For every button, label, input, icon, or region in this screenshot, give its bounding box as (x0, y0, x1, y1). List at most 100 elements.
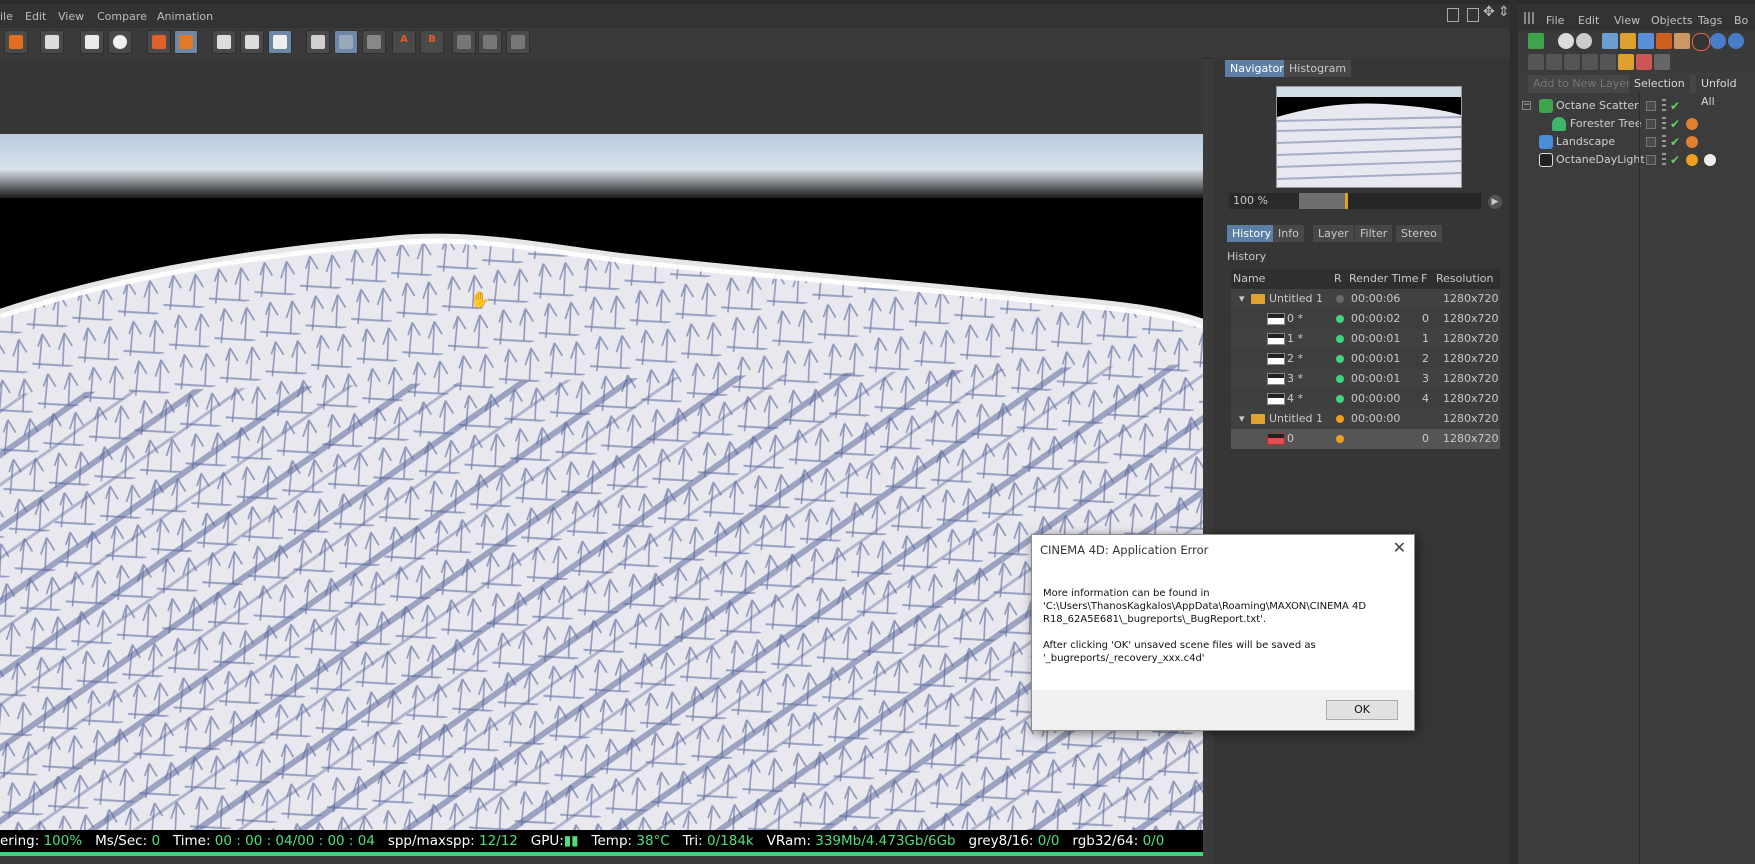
zoom-input[interactable]: 100 % (1229, 193, 1299, 209)
grid-c-icon[interactable] (506, 30, 530, 54)
light-icon[interactable] (1674, 33, 1690, 49)
col-resolution[interactable]: Resolution (1436, 269, 1493, 289)
tab-stereo[interactable]: Stereo (1396, 225, 1442, 242)
tool-f-icon[interactable] (1618, 54, 1634, 70)
om-menu-edit[interactable]: Edit (1578, 14, 1599, 27)
pointer-icon[interactable] (1638, 33, 1654, 49)
menu-animation[interactable]: Animation (157, 10, 213, 23)
ab-split-icon[interactable] (334, 30, 358, 54)
tool-g-icon[interactable] (1636, 54, 1652, 70)
layers-icon[interactable] (147, 30, 171, 54)
tab-history[interactable]: History (1227, 225, 1277, 242)
spiral-icon[interactable] (1728, 33, 1744, 49)
collapse-icon[interactable]: − (1522, 101, 1531, 110)
expand-icon[interactable]: ▾ (1239, 289, 1245, 309)
selection-button[interactable]: Selection (1629, 75, 1690, 93)
ok-button[interactable]: OK (1326, 700, 1398, 720)
tool-c-icon[interactable] (1564, 54, 1580, 70)
unfold-all-button[interactable]: Unfold All (1696, 75, 1755, 108)
close-icon[interactable]: ✕ (1393, 538, 1406, 557)
layer-checkbox[interactable] (1646, 101, 1656, 111)
layout-icon[interactable] (1447, 8, 1459, 22)
enabled-check-icon[interactable]: ✔ (1670, 115, 1680, 133)
col-f[interactable]: F (1421, 269, 1427, 289)
object-row[interactable]: − Octane Scatter ✔ (1518, 97, 1755, 115)
add-to-new-layer-button[interactable]: Add to New Layer (1528, 75, 1636, 93)
tool-d-icon[interactable] (1582, 54, 1598, 70)
tag-icon[interactable] (1686, 118, 1698, 130)
arrow-icon[interactable] (1602, 33, 1618, 49)
tab-layer[interactable]: Layer (1313, 225, 1354, 242)
zoom-slider[interactable] (1299, 193, 1481, 209)
grid-a-icon[interactable] (452, 30, 476, 54)
octane-icon[interactable] (1528, 33, 1544, 49)
enabled-check-icon[interactable]: ✔ (1670, 133, 1680, 151)
save-icon[interactable] (4, 30, 28, 54)
object-row[interactable]: Landscape ✔ (1518, 133, 1755, 151)
tab-histogram[interactable]: Histogram (1284, 60, 1352, 77)
render-region-icon[interactable] (80, 30, 104, 54)
tab-info[interactable]: Info (1273, 225, 1304, 242)
tab-filter[interactable]: Filter (1355, 225, 1393, 242)
panel-divider[interactable] (1510, 0, 1518, 864)
navigator-thumbnail[interactable] (1276, 86, 1462, 188)
light-tag-icon[interactable] (1704, 154, 1716, 166)
view-a-icon[interactable] (212, 30, 236, 54)
visibility-dots-icon[interactable] (1662, 99, 1666, 113)
om-menu-file[interactable]: File (1546, 14, 1564, 27)
history-row[interactable]: 0 0 1280x720 (1231, 429, 1500, 449)
move-icon[interactable]: ✥ (1483, 4, 1495, 20)
filter-icon[interactable] (1654, 54, 1670, 70)
history-row[interactable]: 4 * 00:00:00 4 1280x720 (1231, 389, 1500, 409)
om-menu-view[interactable]: View (1614, 14, 1640, 27)
col-render-time[interactable]: Render Time (1349, 269, 1419, 289)
set-a-icon[interactable]: A (392, 30, 416, 54)
history-row[interactable]: 1 * 00:00:01 1 1280x720 (1231, 329, 1500, 349)
history-row[interactable]: 0 * 00:00:02 0 1280x720 (1231, 309, 1500, 329)
history-row[interactable]: ▾ Untitled 1 00:00:00 1280x720 (1231, 409, 1500, 429)
grip-icon[interactable] (1524, 12, 1534, 24)
zoom-slider-handle[interactable] (1345, 193, 1348, 209)
om-menu-tags[interactable]: Tags (1698, 14, 1722, 27)
spline-icon[interactable] (1576, 33, 1592, 49)
menu-view[interactable]: View (58, 10, 84, 23)
visibility-dots-icon[interactable] (1662, 153, 1666, 167)
ab-icon[interactable] (306, 30, 330, 54)
layer-checkbox[interactable] (1646, 155, 1656, 165)
tab-navigator[interactable]: Navigator (1225, 60, 1289, 77)
enabled-check-icon[interactable]: ✔ (1670, 97, 1680, 115)
object-row[interactable]: OctaneDayLight ✔ (1518, 151, 1755, 169)
sphere-icon[interactable] (1558, 33, 1574, 49)
object-manager-column-divider[interactable] (1639, 92, 1640, 864)
visibility-dots-icon[interactable] (1662, 117, 1666, 131)
grid-b-icon[interactable] (478, 30, 502, 54)
history-row[interactable]: 3 * 00:00:01 3 1280x720 (1231, 369, 1500, 389)
col-r[interactable]: R (1334, 269, 1342, 289)
tool-a-icon[interactable] (1528, 54, 1544, 70)
history-row[interactable]: ▾ Untitled 1 00:00:06 1280x720 (1231, 289, 1500, 309)
sun-tag-icon[interactable] (1686, 154, 1698, 166)
layers-stack-icon[interactable] (174, 30, 198, 54)
expand-icon[interactable]: ▾ (1239, 409, 1245, 429)
material-icon[interactable] (1620, 33, 1636, 49)
clapper-icon[interactable] (40, 30, 64, 54)
disable-icon[interactable] (1692, 33, 1710, 51)
ab-swap-icon[interactable] (362, 30, 386, 54)
om-menu-bookmarks[interactable]: Bo (1734, 14, 1748, 27)
layer-checkbox[interactable] (1646, 137, 1656, 147)
tool-b-icon[interactable] (1546, 54, 1562, 70)
history-row[interactable]: 2 * 00:00:01 2 1280x720 (1231, 349, 1500, 369)
menu-file[interactable]: ile (0, 10, 13, 23)
target-icon[interactable] (1710, 33, 1726, 49)
menu-edit[interactable]: Edit (25, 10, 46, 23)
window-icon[interactable] (1467, 8, 1479, 22)
menu-compare[interactable]: Compare (97, 10, 147, 23)
compare-icon[interactable] (268, 30, 292, 54)
render-image[interactable] (0, 134, 1203, 830)
tool-e-icon[interactable] (1600, 54, 1616, 70)
view-b-icon[interactable] (240, 30, 264, 54)
om-menu-objects[interactable]: Objects (1651, 14, 1693, 27)
expand-icon[interactable]: ⇕ (1498, 4, 1510, 20)
visibility-dots-icon[interactable] (1662, 135, 1666, 149)
object-row[interactable]: Forester Tree ✔ (1518, 115, 1755, 133)
